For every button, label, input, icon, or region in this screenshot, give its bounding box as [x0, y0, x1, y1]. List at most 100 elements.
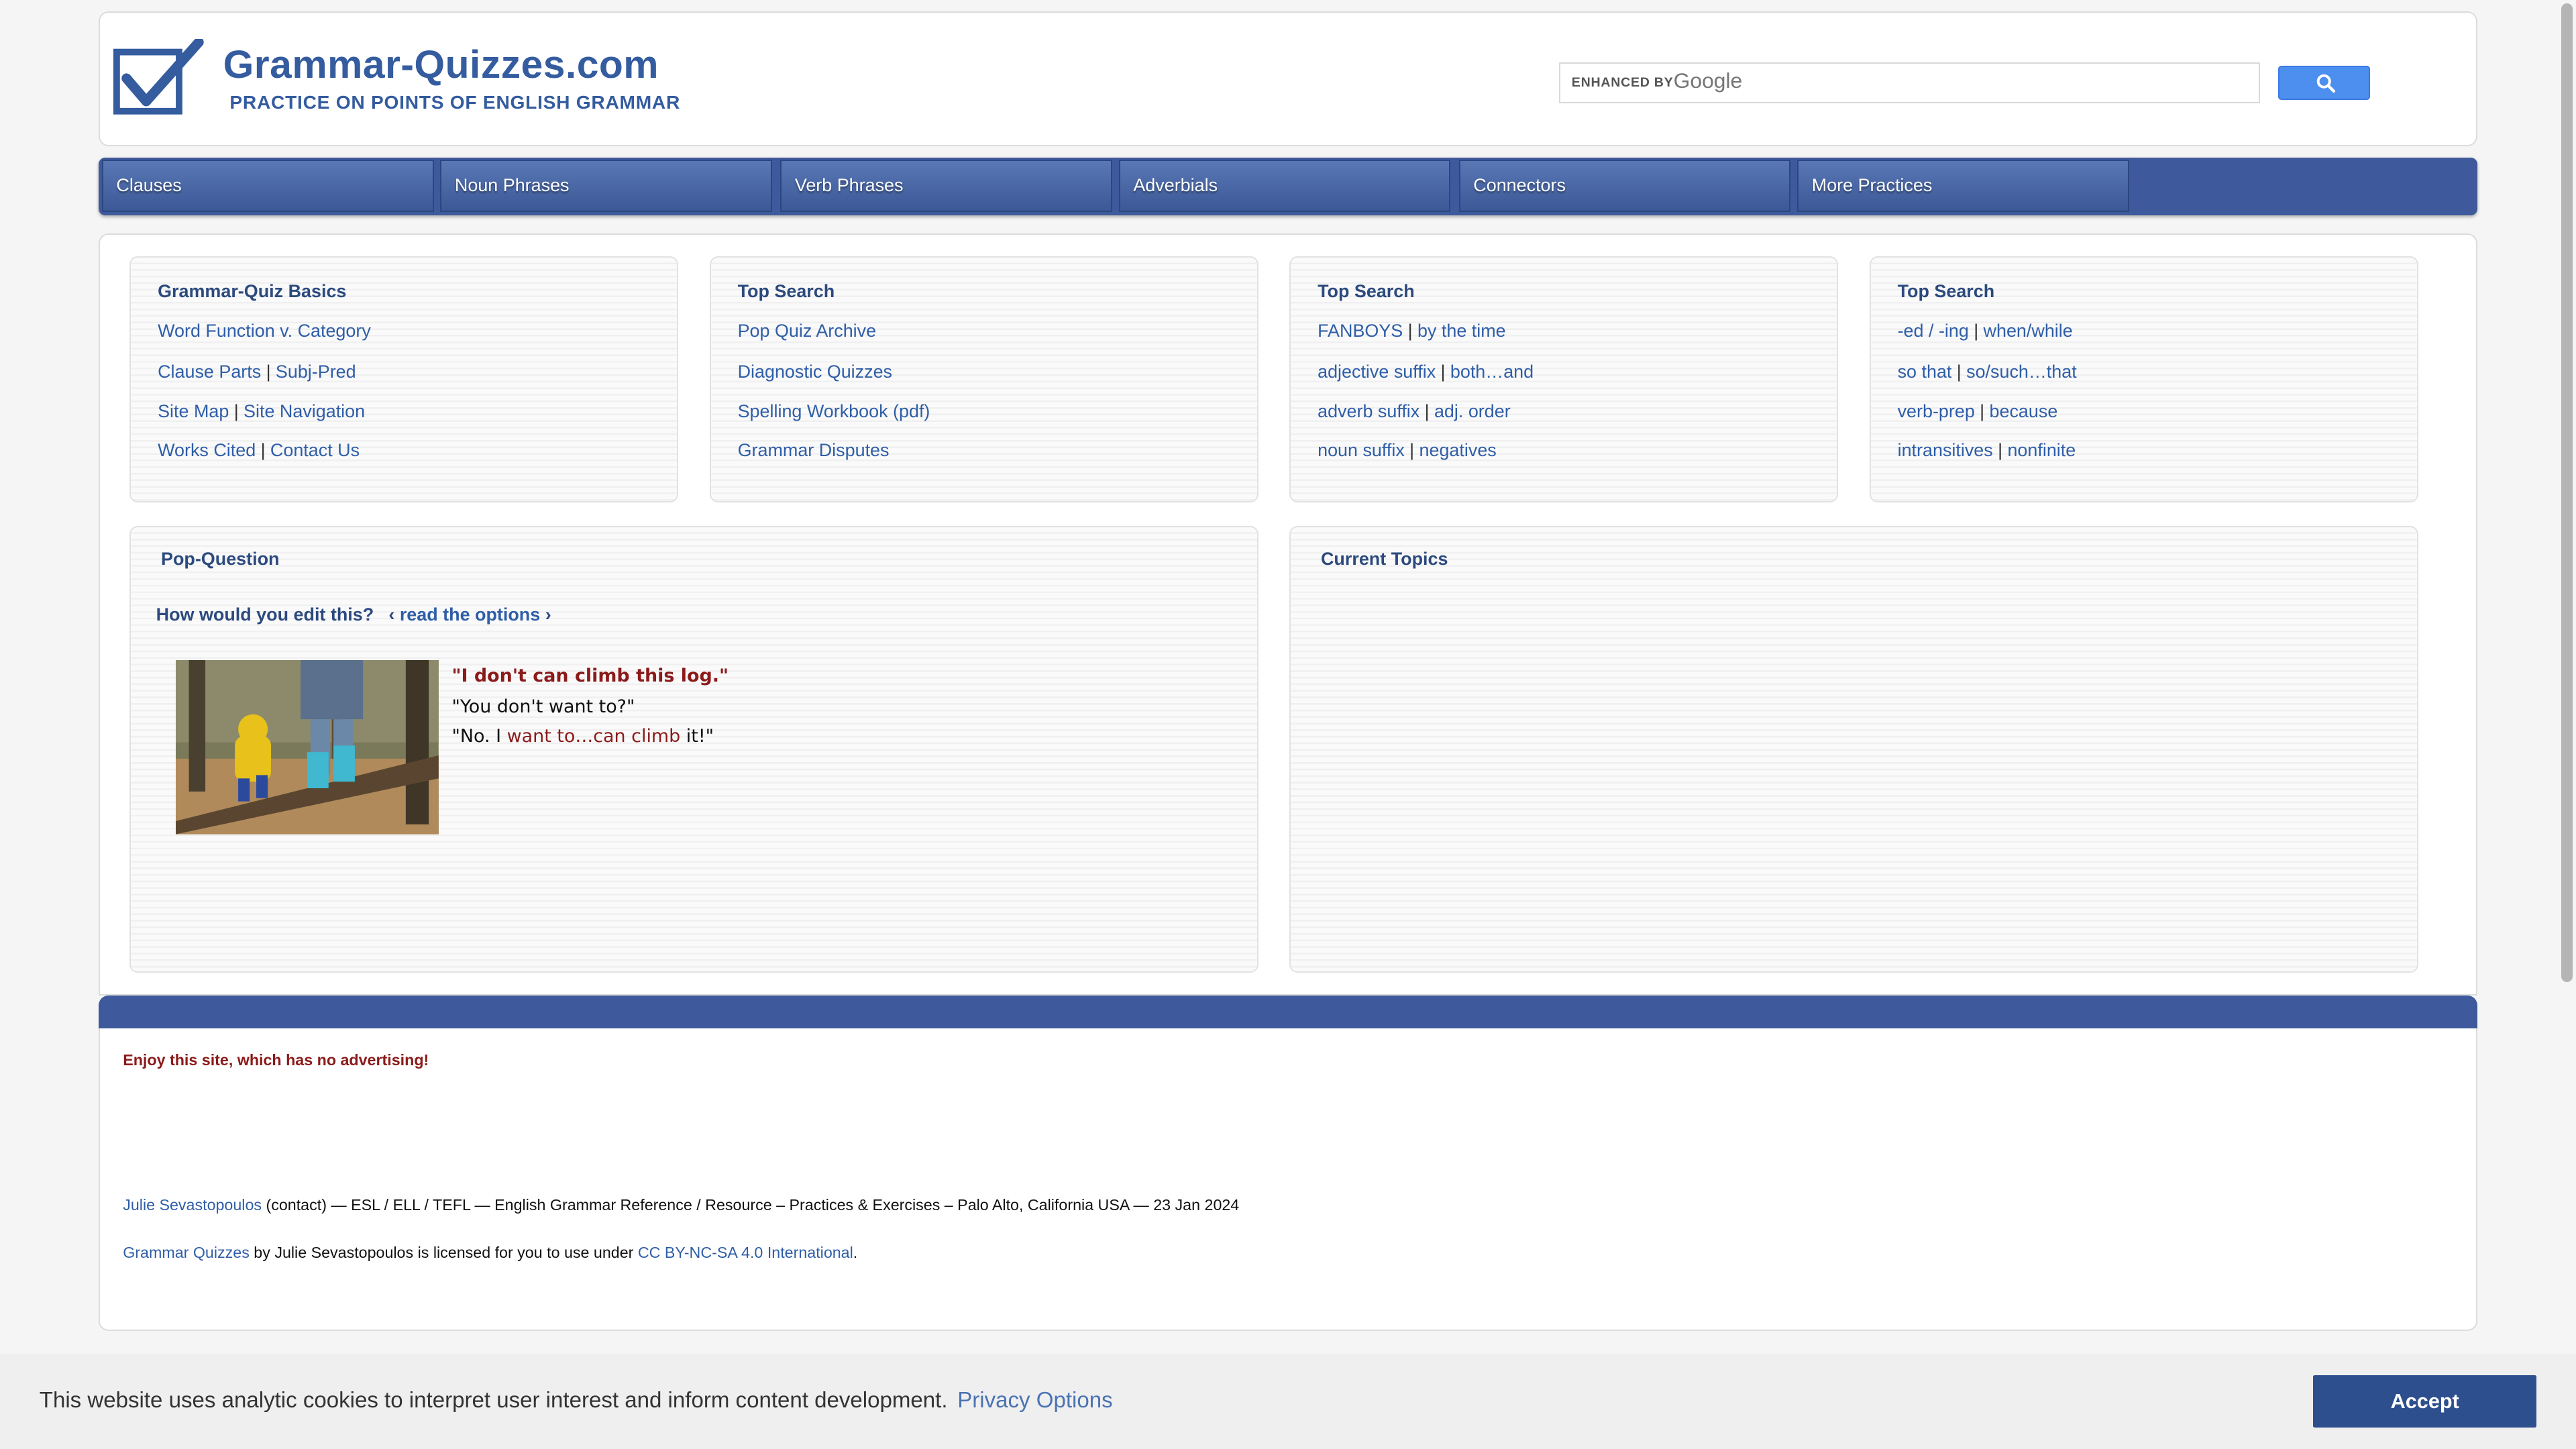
link-so-such-that[interactable]: so/such…that: [1966, 362, 2077, 382]
link-clause-parts[interactable]: Clause Parts: [158, 362, 261, 382]
separator: |: [1974, 320, 1979, 341]
link-diagnostic-quizzes[interactable]: Diagnostic Quizzes: [738, 362, 892, 382]
dialog-line-3: "No. I want to…can climb it!": [451, 726, 714, 747]
search-button[interactable]: [2278, 65, 2371, 100]
chevron-left-icon: ‹: [388, 604, 395, 625]
link-adj-order[interactable]: adj. order: [1434, 401, 1511, 421]
top1-row-3: Spelling Workbook (pdf): [738, 401, 930, 422]
panel-title-top-search-2: Top Search: [1318, 280, 1415, 301]
panel-current-topics: [1289, 525, 2418, 973]
top3-row-3: verb-prep | because: [1898, 401, 2058, 422]
dialog-line-2: "You don't want to?": [451, 696, 635, 717]
scrollbar-thumb[interactable]: [2561, 3, 2573, 983]
panel-title-top-search-3: Top Search: [1897, 280, 1995, 301]
link-works-cited[interactable]: Works Cited: [158, 440, 256, 460]
author-link[interactable]: Julie Sevastopoulos: [123, 1196, 262, 1214]
top3-row-4: intransitives | nonfinite: [1898, 440, 2076, 461]
top2-row-1: FANBOYS | by the time: [1318, 321, 1506, 341]
separator: |: [233, 400, 239, 421]
dialog-line-1: "I don't can climb this log.": [451, 665, 729, 686]
link-site-navigation[interactable]: Site Navigation: [244, 401, 365, 421]
top1-row-2: Diagnostic Quizzes: [738, 362, 892, 382]
basics-row-1: Word Function v. Category: [158, 321, 371, 341]
top3-row-2: so that | so/such…that: [1898, 362, 2077, 382]
link-so-that[interactable]: so that: [1898, 362, 1952, 382]
google-wordmark: Google: [1673, 68, 1743, 93]
top2-row-2: adjective suffix | both…and: [1318, 362, 1534, 382]
link-adjective-suffix[interactable]: adjective suffix: [1318, 362, 1436, 382]
link-site-map[interactable]: Site Map: [158, 401, 229, 421]
link-subj-pred[interactable]: Subj-Pred: [276, 362, 356, 382]
link-ed-ing[interactable]: -ed / -ing: [1898, 321, 1969, 341]
dialog-line-3-start: "No. I: [451, 726, 507, 747]
read-options-wrapper: ‹ read the options ›: [388, 604, 551, 625]
no-ads-note: Enjoy this site, which has no advertisin…: [123, 1051, 429, 1069]
current-topics-title: Current Topics: [1320, 548, 1448, 569]
separator: |: [1409, 440, 1415, 461]
site-tagline: PRACTICE ON POINTS OF ENGLISH GRAMMAR: [229, 91, 681, 113]
link-noun-suffix[interactable]: noun suffix: [1318, 440, 1405, 460]
top3-row-1: -ed / -ing | when/while: [1898, 321, 2073, 341]
nav-verb-phrases[interactable]: Verb Phrases: [780, 159, 1112, 212]
link-contact-us[interactable]: Contact Us: [270, 440, 360, 460]
basics-row-4: Works Cited | Contact Us: [158, 440, 360, 461]
link-pop-quiz-archive[interactable]: Pop Quiz Archive: [738, 321, 877, 341]
link-because[interactable]: because: [1990, 401, 2058, 421]
top2-row-3: adverb suffix | adj. order: [1318, 401, 1511, 422]
grammar-quizzes-link[interactable]: Grammar Quizzes: [123, 1244, 250, 1261]
separator: |: [1407, 320, 1413, 341]
link-intransitives[interactable]: intransitives: [1898, 440, 1993, 460]
panel-title-top-search-1: Top Search: [737, 280, 835, 301]
author-details: (contact) — ESL / ELL / TEFL — English G…: [262, 1195, 1240, 1214]
separator: |: [1424, 400, 1430, 421]
link-adverb-suffix[interactable]: adverb suffix: [1318, 401, 1419, 421]
separator: |: [260, 440, 266, 461]
basics-row-2: Clause Parts | Subj-Pred: [158, 362, 356, 382]
search-enhanced-label: ENHANCED BY: [1571, 74, 1674, 90]
cookie-message: This website uses analytic cookies to in…: [40, 1388, 1113, 1413]
pop-question-title: Pop-Question: [161, 548, 280, 569]
site-header: Grammar-Quizzes.com PRACTICE ON POINTS O…: [98, 11, 2478, 146]
search-input[interactable]: ENHANCED BY Google: [1558, 62, 2261, 103]
dialog-line-3-highlight: want to…can climb: [506, 726, 681, 747]
read-options-link[interactable]: read the options: [400, 604, 540, 625]
separator: |: [1440, 361, 1446, 382]
link-grammar-disputes[interactable]: Grammar Disputes: [738, 440, 890, 460]
dialog-line-3-end: it!": [680, 726, 714, 747]
nav-more-practices[interactable]: More Practices: [1797, 159, 2129, 212]
footer: Enjoy this site, which has no advertisin…: [98, 1028, 2478, 1331]
link-verb-prep[interactable]: verb-prep: [1898, 401, 1975, 421]
link-spelling-workbook[interactable]: Spelling Workbook (pdf): [738, 401, 930, 421]
footer-author-line: Julie Sevastopoulos (contact) — ESL / EL…: [123, 1196, 1239, 1214]
footer-license-line: Grammar Quizzes by Julie Sevastopoulos i…: [123, 1244, 857, 1262]
child-climbing-log-photo: [176, 660, 439, 835]
top2-row-4: noun suffix | negatives: [1318, 440, 1497, 461]
link-both-and[interactable]: both…and: [1450, 362, 1534, 382]
link-fanboys[interactable]: FANBOYS: [1318, 321, 1403, 341]
link-by-the-time[interactable]: by the time: [1417, 321, 1506, 341]
license-end: .: [853, 1243, 858, 1261]
separator: |: [1998, 440, 2003, 461]
pop-question-prompt: How would you edit this? ‹ read the opti…: [156, 604, 551, 625]
nav-connectors[interactable]: Connectors: [1458, 159, 1791, 212]
cookie-banner: This website uses analytic cookies to in…: [0, 1353, 2576, 1449]
privacy-options-link[interactable]: Privacy Options: [957, 1388, 1112, 1413]
nav-noun-phrases[interactable]: Noun Phrases: [440, 159, 773, 212]
accept-cookies-button[interactable]: Accept: [2313, 1375, 2537, 1428]
nav-clauses[interactable]: Clauses: [101, 159, 434, 212]
license-text: by Julie Sevastopoulos is licensed for y…: [249, 1243, 638, 1261]
link-word-function[interactable]: Word Function v. Category: [158, 321, 371, 341]
cc-license-link[interactable]: CC BY-NC-SA 4.0 International: [638, 1244, 853, 1261]
top1-row-4: Grammar Disputes: [738, 440, 890, 461]
dialog-line-2-text: "You don't want to?": [451, 696, 635, 718]
link-negatives[interactable]: negatives: [1419, 440, 1497, 460]
top1-row-1: Pop Quiz Archive: [738, 321, 877, 341]
nav-adverbials[interactable]: Adverbials: [1118, 159, 1451, 212]
link-nonfinite[interactable]: nonfinite: [2007, 440, 2076, 460]
pop-question-text: How would you edit this?: [156, 604, 374, 625]
link-when-while[interactable]: when/while: [1984, 321, 2073, 341]
dialog-line-1-text: "I don't can climb this log.": [451, 665, 729, 686]
site-title[interactable]: Grammar-Quizzes.com: [223, 42, 659, 87]
separator: |: [266, 361, 271, 382]
checkbox-logo-icon[interactable]: [113, 39, 205, 118]
